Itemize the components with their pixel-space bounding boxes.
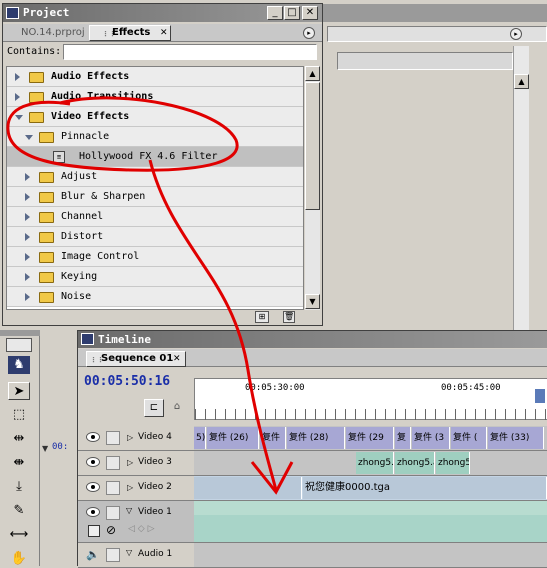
annotation-arrow-line: [148, 159, 278, 491]
red-annotation: [6, 96, 294, 495]
annotation-circle: [6, 96, 239, 172]
